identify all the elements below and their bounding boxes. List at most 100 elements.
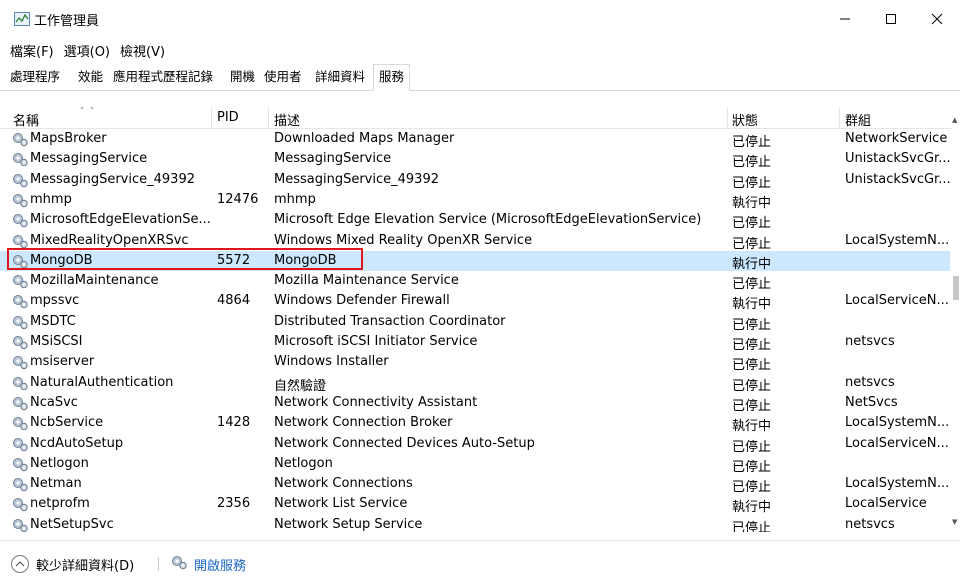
close-icon — [931, 13, 943, 25]
tab-users[interactable]: 使用者 — [262, 66, 304, 90]
service-status: 執行中 — [732, 256, 772, 272]
service-name: NcaSvc — [30, 394, 78, 410]
service-description: Network Connectivity Assistant — [274, 394, 478, 410]
service-group: netsvcs — [845, 374, 895, 390]
service-pid: 5572 — [217, 252, 251, 268]
fewer-details-link[interactable]: 較少詳細資料(D) — [36, 555, 134, 574]
column-header-name[interactable]: 名稱 — [13, 110, 39, 129]
scroll-thumb[interactable] — [953, 276, 959, 300]
tab-services[interactable]: 服務 — [373, 64, 411, 91]
tab-startup[interactable]: 開機 — [228, 66, 257, 90]
tab-app-history[interactable]: 應用程式歷程記錄 — [111, 66, 215, 90]
service-status: 已停止 — [732, 439, 772, 455]
service-name: MessagingService — [30, 151, 148, 167]
service-group: netsvcs — [845, 334, 895, 349]
task-manager-icon — [14, 12, 30, 26]
service-gear-icon — [13, 234, 28, 248]
vertical-scrollbar[interactable] — [951, 107, 960, 532]
service-row[interactable]: netprofm 2356 Network List Service 執行中 Local… — [0, 494, 950, 515]
service-row[interactable]: Netman Network Connections 已停止 LocalSystemN… — [0, 474, 950, 496]
service-gear-icon — [13, 214, 28, 228]
service-pid: 12476 — [217, 191, 259, 207]
service-name: MixedRealityOpenXRSvc — [30, 232, 189, 248]
title-bar: 工作管理員 — [0, 0, 960, 38]
service-row[interactable]: MixedRealityOpenXRSvc Windows Mixed Reali… — [0, 231, 950, 252]
tab-details[interactable]: 詳細資料 — [313, 66, 367, 90]
service-row[interactable]: MessagingService_49392 MessagingService_4… — [0, 170, 950, 191]
service-row[interactable]: MozillaMaintenance Mozilla Maintenance Se… — [0, 271, 950, 293]
service-name: MSiSCSI — [30, 334, 83, 349]
service-row[interactable]: NcaSvc Network Connectivity Assistant 已停止 N… — [0, 393, 950, 414]
service-group: LocalSystemN... — [845, 232, 950, 248]
service-status: 已停止 — [732, 480, 772, 496]
menu-options[interactable]: 選項(O) — [64, 41, 110, 60]
service-row[interactable]: NcbService 1428 Network Connection Broker 執… — [0, 413, 950, 434]
service-status: 已停止 — [732, 378, 772, 394]
maximize-button[interactable] — [868, 0, 914, 38]
service-status: 已停止 — [732, 459, 772, 475]
service-row[interactable]: MapsBroker Downloaded Maps Manager 已停止 Netw… — [0, 129, 950, 150]
column-header-pid[interactable]: PID — [217, 110, 239, 125]
service-gear-icon — [13, 153, 28, 167]
service-description: 自然驗證 — [274, 378, 327, 394]
service-status: 執行中 — [732, 297, 772, 313]
service-row[interactable]: Netlogon Netlogon 已停止 — [0, 454, 950, 475]
service-row[interactable]: NetSetupSvc Network Setup Service 已停止 netsv… — [0, 515, 950, 532]
service-row[interactable]: MicrosoftEdgeElevationSe... Microsoft Edg… — [0, 210, 950, 231]
service-status: 已停止 — [732, 236, 772, 252]
menu-file[interactable]: 檔案(F) — [10, 41, 54, 60]
service-description: Network Setup Service — [274, 516, 423, 532]
scroll-down-icon[interactable]: ▼ — [952, 518, 957, 526]
service-gear-icon — [13, 417, 28, 431]
column-header-description[interactable]: 描述 — [274, 110, 300, 129]
service-gear-icon — [13, 133, 28, 147]
close-button[interactable] — [914, 0, 960, 38]
service-status: 已停止 — [732, 358, 772, 374]
service-status: 已停止 — [732, 398, 772, 414]
service-name: MessagingService_49392 — [30, 171, 195, 187]
service-row[interactable]: MSDTC Distributed Transaction Coordinator… — [0, 312, 950, 333]
tab-performance[interactable]: 效能 — [76, 66, 105, 90]
service-status: 執行中 — [732, 195, 772, 211]
service-gear-icon — [13, 173, 28, 187]
column-header-status[interactable]: 狀態 — [732, 110, 758, 129]
services-gear-icon[interactable] — [170, 554, 188, 570]
service-status: 已停止 — [732, 175, 772, 191]
service-name: NetSetupSvc — [30, 516, 114, 532]
scroll-up-icon[interactable]: ▲ — [952, 116, 957, 124]
open-services-link[interactable]: 開啟服務 — [194, 555, 246, 574]
service-status: 已停止 — [732, 277, 772, 293]
collapse-chevron-up-icon[interactable] — [10, 554, 30, 574]
service-gear-icon — [13, 498, 28, 512]
service-row[interactable]: MessagingService MessagingService 已停止 Unist… — [0, 149, 950, 170]
service-row[interactable]: MSiSCSI Microsoft iSCSI Initiator Service… — [0, 332, 950, 353]
service-row[interactable]: msiserver Windows Installer 已停止 — [0, 352, 950, 374]
service-group: LocalSystemN... — [845, 415, 950, 431]
service-name: mpssvc — [30, 293, 80, 309]
column-header-group[interactable]: 群組 — [845, 110, 871, 129]
service-row[interactable]: MongoDB 5572 MongoDB 執行中 — [0, 250, 950, 272]
tab-processes[interactable]: 處理程序 — [8, 66, 62, 90]
service-row[interactable]: mhmp 12476 mhmp 執行中 — [0, 190, 950, 211]
service-status: 已停止 — [732, 338, 772, 353]
service-name: netprofm — [30, 496, 90, 512]
service-row[interactable]: NaturalAuthentication 自然驗證 已停止 netsvcs — [0, 373, 950, 394]
service-status: 已停止 — [732, 135, 772, 150]
service-description: Network List Service — [274, 496, 408, 512]
service-description: Netlogon — [274, 455, 333, 471]
service-gear-icon — [13, 478, 28, 492]
service-description: Microsoft Edge Elevation Service (Micros… — [274, 212, 702, 228]
service-group: netsvcs — [845, 516, 895, 532]
service-name: NcdAutoSetup — [30, 435, 124, 451]
menu-view[interactable]: 檢視(V) — [120, 41, 165, 60]
service-name: msiserver — [30, 354, 95, 370]
service-status: 已停止 — [732, 520, 772, 532]
service-description: Windows Installer — [274, 354, 389, 370]
service-group: LocalServiceN... — [845, 293, 949, 309]
maximize-icon — [886, 14, 896, 24]
service-description: Network Connected Devices Auto-Setup — [274, 435, 535, 451]
service-row[interactable]: NcdAutoSetup Network Connected Devices Au… — [0, 434, 950, 455]
minimize-button[interactable] — [822, 0, 868, 38]
service-gear-icon — [13, 376, 28, 390]
service-row[interactable]: mpssvc 4864 Windows Defender Firewall 執行中 Lo… — [0, 291, 950, 313]
